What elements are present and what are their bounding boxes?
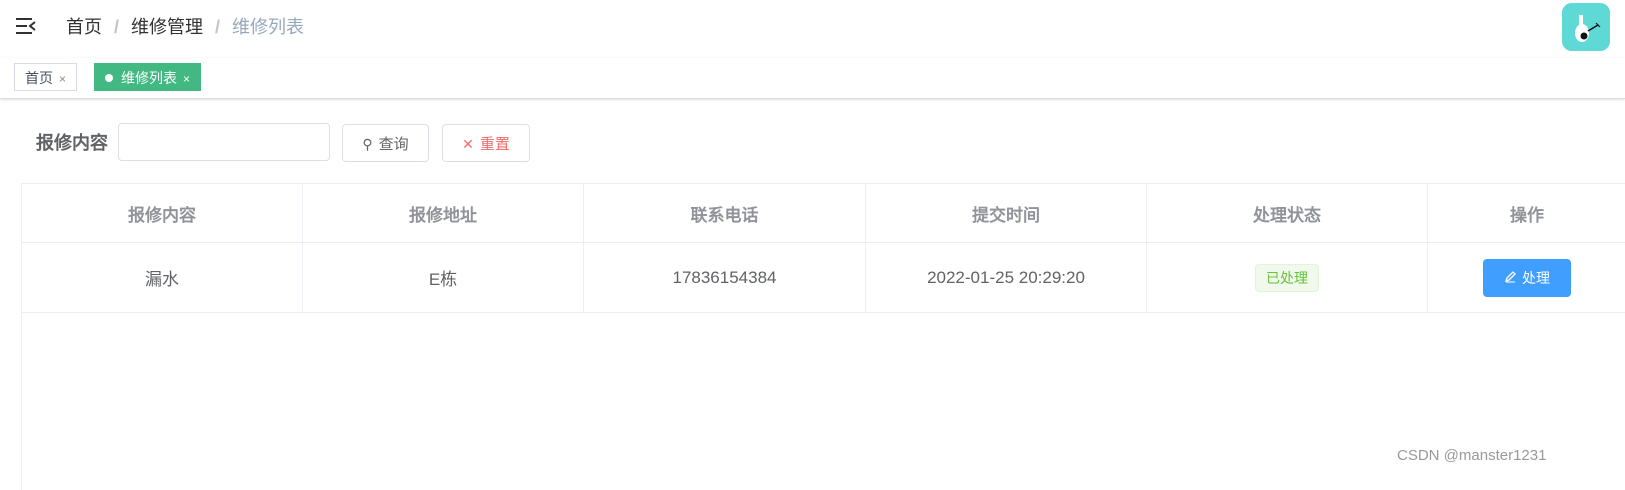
watermark: CSDN @manster1231: [1397, 447, 1547, 464]
tab-repair-list[interactable]: 维修列表 ×: [94, 63, 202, 91]
breadcrumb-separator: /: [215, 17, 221, 37]
edit-icon: [1504, 270, 1517, 286]
close-icon[interactable]: ×: [183, 72, 190, 86]
process-button-label: 处理: [1522, 269, 1550, 286]
cell-address: E栋: [303, 243, 584, 312]
tags-view: 首页 × 维修列表 ×: [0, 58, 1625, 99]
process-button[interactable]: 处理: [1483, 258, 1571, 297]
breadcrumb-home[interactable]: 首页: [66, 17, 102, 37]
breadcrumb-current: 维修列表: [232, 17, 305, 37]
cell-time: 2022-01-25 20:29:20: [866, 243, 1147, 312]
repair-content-input[interactable]: [118, 123, 330, 161]
column-header: 提交时间: [866, 184, 1147, 242]
tab-label: 首页: [25, 70, 53, 86]
cell-phone: 17836154384: [584, 243, 866, 312]
reset-button-label: 重置: [479, 136, 510, 153]
breadcrumb: 首页 / 维修管理 / 维修列表: [66, 14, 304, 40]
table-row: 漏水 E栋 17836154384 2022-01-25 20:29:20 已处…: [22, 243, 1625, 313]
tab-label: 维修列表: [121, 70, 177, 86]
cell-status: 已处理: [1147, 243, 1428, 312]
breadcrumb-repair-management[interactable]: 维修管理: [131, 17, 203, 37]
cell-content: 漏水: [22, 243, 303, 312]
avatar-figure-icon: [1562, 3, 1610, 51]
hamburger-menu-icon[interactable]: [14, 14, 38, 38]
column-header: 报修内容: [22, 184, 303, 242]
cell-action: 处理: [1428, 243, 1625, 312]
close-icon: ✕: [462, 136, 474, 152]
search-icon: ⚲: [362, 136, 373, 152]
status-badge: 已处理: [1255, 263, 1319, 292]
column-header: 报修地址: [303, 184, 584, 242]
navbar: 首页 / 维修管理 / 维修列表: [0, 0, 1625, 56]
column-header: 处理状态: [1147, 184, 1428, 242]
table-header: 报修内容 报修地址 联系电话 提交时间 处理状态 操作: [22, 184, 1625, 243]
breadcrumb-separator: /: [114, 17, 120, 37]
column-header: 联系电话: [584, 184, 866, 242]
active-dot-icon: [105, 74, 113, 83]
repair-table: 报修内容 报修地址 联系电话 提交时间 处理状态 操作 漏水 E栋 178361…: [21, 183, 1625, 490]
tab-home[interactable]: 首页 ×: [14, 63, 78, 91]
reset-button[interactable]: ✕ 重置: [442, 124, 530, 162]
avatar[interactable]: [1562, 3, 1610, 51]
close-icon[interactable]: ×: [59, 72, 66, 86]
filter-label: 报修内容: [36, 133, 108, 153]
search-button[interactable]: ⚲ 查询: [342, 124, 429, 162]
column-header: 操作: [1510, 205, 1544, 225]
search-button-label: 查询: [378, 136, 409, 153]
